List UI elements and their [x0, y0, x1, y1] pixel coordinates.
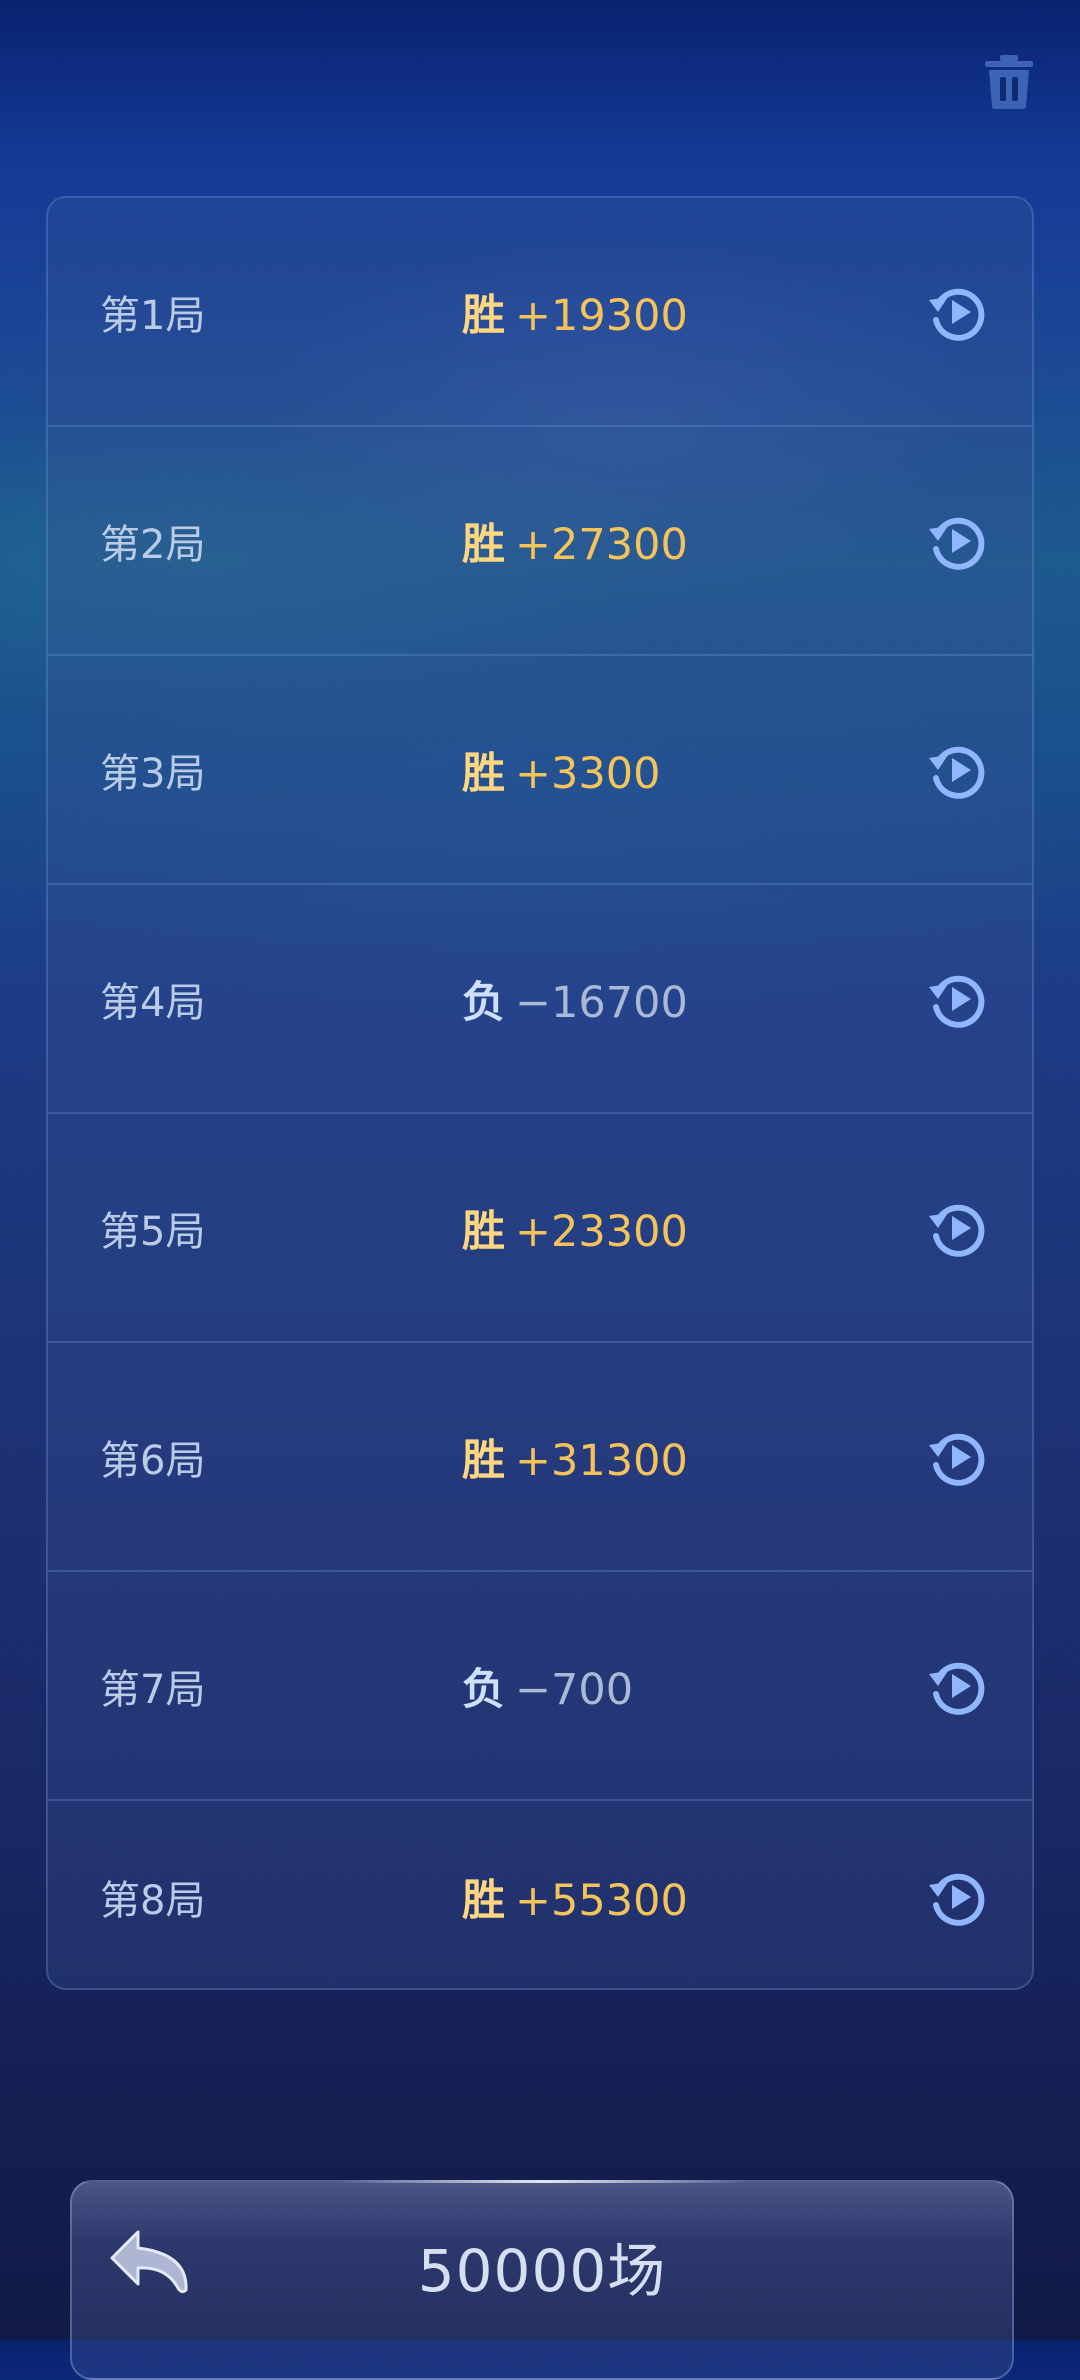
round-result: 负 −700: [462, 1655, 633, 1717]
round-row[interactable]: 第6局 胜 +31300: [48, 1343, 1032, 1572]
replay-icon[interactable]: [926, 967, 990, 1031]
replay-icon[interactable]: [926, 1865, 990, 1929]
round-history-panel: 第1局 胜 +19300 第2局 胜 +27300 第3局 胜 +3300 第4…: [46, 196, 1034, 1990]
score-delta: +27300: [515, 519, 688, 570]
outcome-tag: 胜: [462, 290, 505, 341]
score-delta: +31300: [515, 1435, 688, 1486]
round-result: 胜 +3300: [462, 739, 660, 801]
trash-icon: [985, 55, 1033, 109]
round-label: 第2局: [100, 521, 206, 568]
replay-icon[interactable]: [926, 509, 990, 573]
replay-icon[interactable]: [926, 280, 990, 344]
replay-icon[interactable]: [926, 738, 990, 802]
round-row[interactable]: 第1局 胜 +19300: [48, 198, 1032, 427]
score-delta: +3300: [515, 748, 661, 799]
outcome-tag: 胜: [462, 519, 505, 570]
round-result: 胜 +55300: [462, 1866, 688, 1928]
bottom-bar: 50000场: [70, 2180, 1014, 2380]
round-result: 胜 +23300: [462, 1197, 688, 1259]
round-label: 第5局: [100, 1208, 206, 1255]
round-row[interactable]: 第5局 胜 +23300: [48, 1114, 1032, 1343]
round-label: 第3局: [100, 750, 206, 797]
score-delta: −700: [515, 1664, 634, 1715]
round-row[interactable]: 第8局 胜 +55300: [48, 1801, 1032, 1988]
outcome-tag: 胜: [462, 1206, 505, 1257]
match-count-title: 50000场: [417, 2237, 667, 2305]
round-row[interactable]: 第2局 胜 +27300: [48, 427, 1032, 656]
round-result: 胜 +19300: [462, 281, 688, 343]
replay-icon[interactable]: [926, 1196, 990, 1260]
round-row[interactable]: 第4局 负 −16700: [48, 885, 1032, 1114]
outcome-tag: 负: [462, 977, 505, 1028]
trash-button[interactable]: [978, 52, 1040, 112]
outcome-tag: 胜: [462, 748, 505, 799]
round-label: 第8局: [100, 1877, 206, 1924]
outcome-tag: 胜: [462, 1875, 505, 1926]
score-delta: +55300: [515, 1875, 688, 1926]
score-delta: +19300: [515, 290, 688, 341]
replay-icon[interactable]: [926, 1425, 990, 1489]
round-result: 胜 +27300: [462, 510, 688, 572]
outcome-tag: 负: [462, 1664, 505, 1715]
outcome-tag: 胜: [462, 1435, 505, 1486]
round-row[interactable]: 第7局 负 −700: [48, 1572, 1032, 1801]
score-delta: +23300: [515, 1206, 688, 1257]
round-result: 负 −16700: [462, 968, 688, 1030]
round-result: 胜 +31300: [462, 1426, 688, 1488]
round-label: 第7局: [100, 1666, 206, 1713]
score-delta: −16700: [515, 977, 688, 1028]
round-row[interactable]: 第3局 胜 +3300: [48, 656, 1032, 885]
round-label: 第6局: [100, 1437, 206, 1484]
round-label: 第4局: [100, 979, 206, 1026]
replay-icon[interactable]: [926, 1654, 990, 1718]
round-label: 第1局: [100, 292, 206, 339]
